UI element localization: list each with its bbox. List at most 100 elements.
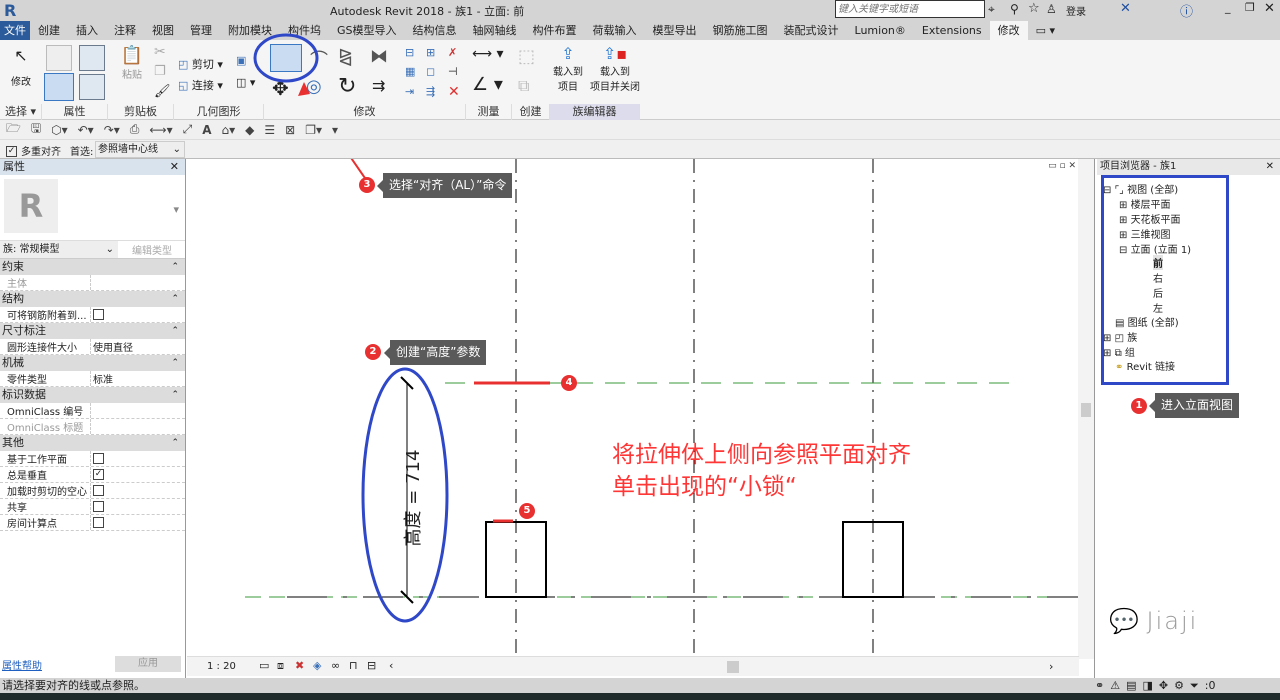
revit-logo-icon[interactable]: R bbox=[4, 1, 16, 20]
sun-path-icon[interactable]: ✖ bbox=[295, 659, 304, 672]
wall-joins-icon[interactable]: ▣ bbox=[236, 54, 246, 67]
property-group-header[interactable]: 结构 bbox=[0, 291, 185, 307]
close-icon[interactable]: ✕ bbox=[1266, 159, 1274, 175]
tree-elevation-left[interactable]: 左 bbox=[1153, 300, 1163, 315]
property-checkbox[interactable] bbox=[91, 499, 185, 514]
detail-level-icon[interactable]: ▭ bbox=[259, 659, 269, 672]
temp-hide-icon[interactable]: ⊟ bbox=[367, 659, 376, 672]
measure-icon[interactable]: ⟷▾ bbox=[149, 123, 172, 137]
tab-insert[interactable]: 插入 bbox=[68, 21, 106, 40]
print-icon[interactable]: ⎙ bbox=[130, 122, 140, 137]
trim-single-icon[interactable]: ⇥ bbox=[405, 85, 414, 98]
close-hidden-icon[interactable]: ⊠ bbox=[285, 123, 295, 137]
help-icon[interactable]: ⓘ bbox=[1180, 1, 1193, 20]
tab-annotate[interactable]: 注释 bbox=[106, 21, 144, 40]
scroll-right-icon[interactable]: › bbox=[1049, 660, 1053, 673]
tree-groups[interactable]: ⊞ ⧉ 组 bbox=[1103, 344, 1135, 359]
trim-multiple-icon[interactable]: ⇶ bbox=[426, 85, 435, 98]
rotate-icon[interactable]: ↻ bbox=[338, 74, 356, 99]
redo-icon[interactable]: ↷▾ bbox=[104, 123, 120, 137]
thin-lines-icon[interactable]: ☰ bbox=[264, 123, 275, 137]
tab-component-layout[interactable]: 构件布置 bbox=[525, 21, 585, 40]
ribbon-toggle-icon[interactable]: ▭ ▾ bbox=[1028, 21, 1063, 40]
multi-align-checkbox[interactable]: ✓ bbox=[6, 143, 17, 157]
load-into-project-close-button[interactable]: ⇪▪ 载入到 项目并关闭 bbox=[590, 44, 640, 93]
property-value[interactable] bbox=[91, 403, 185, 418]
search-input[interactable] bbox=[835, 0, 985, 18]
scale-label[interactable]: 1 : 20 bbox=[207, 661, 236, 672]
tab-lumion[interactable]: Lumion® bbox=[847, 21, 914, 40]
dimension-icon[interactable]: ⤢ bbox=[183, 122, 193, 137]
split-gap-icon[interactable]: ⊞ bbox=[426, 46, 435, 59]
unpin-icon[interactable]: ✗ bbox=[448, 46, 457, 59]
tree-elevations[interactable]: ⊟ 立面 (立面 1) bbox=[1119, 241, 1191, 256]
user-icon[interactable]: ♙ bbox=[1046, 2, 1057, 16]
customize-qat-icon[interactable]: ▾ bbox=[332, 123, 338, 137]
tab-rebar-drawing[interactable]: 钢筋施工图 bbox=[705, 21, 776, 40]
sync-icon[interactable]: ⬡▾ bbox=[51, 123, 68, 137]
tree-views-all[interactable]: ⊟ ⌜⌟ 视图 (全部) bbox=[1103, 181, 1178, 196]
create-group-icon[interactable]: ⧉ bbox=[518, 76, 529, 96]
property-group-header[interactable]: 约束 bbox=[0, 259, 185, 275]
tab-file[interactable]: 文件 bbox=[0, 21, 30, 40]
paste-button[interactable]: 📋 粘贴 bbox=[118, 45, 146, 81]
tab-grid-axis[interactable]: 轴网轴线 bbox=[465, 21, 525, 40]
tree-3d-views[interactable]: ⊞ 三维视图 bbox=[1119, 226, 1171, 241]
shadows-icon[interactable]: ◈ bbox=[313, 659, 321, 672]
property-group-header[interactable]: 标识数据 bbox=[0, 387, 185, 403]
mirror-draw-icon[interactable]: ⧓ bbox=[370, 46, 388, 67]
visual-style-icon[interactable]: ⧈ bbox=[277, 659, 284, 673]
tree-revit-links[interactable]: ⚭ Revit 链接 bbox=[1115, 358, 1175, 373]
scale-icon[interactable]: ◻ bbox=[426, 65, 435, 78]
pin-icon[interactable]: ⊣ bbox=[448, 65, 458, 78]
property-checkbox[interactable]: ✓ bbox=[91, 467, 185, 482]
type-properties-icon[interactable] bbox=[79, 74, 105, 100]
split-icon[interactable]: ⊟ bbox=[405, 46, 414, 59]
property-group-header[interactable]: 机械 bbox=[0, 355, 185, 371]
property-value[interactable]: 使用直径 bbox=[91, 339, 185, 354]
property-group-header[interactable]: 尺寸标注 bbox=[0, 323, 185, 339]
tab-load-input[interactable]: 荷载输入 bbox=[585, 21, 645, 40]
tab-extensions[interactable]: Extensions bbox=[914, 21, 990, 40]
array-icon[interactable]: ▦ bbox=[405, 65, 415, 78]
selection-filters[interactable]: ⚭⚠▤◨✥⚙⏷:0 bbox=[1095, 678, 1215, 693]
properties-help-link[interactable]: 属性帮助 bbox=[2, 657, 42, 672]
split-face-icon[interactable]: ◫ ▾ bbox=[236, 76, 255, 89]
aligned-dimension-icon[interactable]: ⟷ ▾ bbox=[472, 46, 504, 62]
modify-button[interactable]: ↖ 修改 bbox=[8, 46, 34, 88]
property-group-header[interactable]: 其他 bbox=[0, 435, 185, 451]
section-icon[interactable]: ◆ bbox=[245, 123, 254, 137]
open-icon[interactable]: 🗁 bbox=[6, 119, 21, 140]
create-similar-icon[interactable]: ⬚ bbox=[518, 46, 535, 67]
apply-button[interactable]: 应用 bbox=[115, 656, 181, 672]
family-category-icon[interactable] bbox=[79, 45, 105, 71]
copy-element-icon[interactable]: ◎ bbox=[306, 76, 322, 97]
close-button[interactable]: ✕ bbox=[1264, 1, 1275, 16]
match-type-icon[interactable]: 🖌 bbox=[154, 84, 171, 99]
close-icon[interactable]: ✕ bbox=[170, 159, 179, 175]
join-geometry-button[interactable]: ◱ 连接 ▾ bbox=[178, 77, 223, 93]
tree-elevation-front[interactable]: 前 bbox=[1153, 255, 1163, 270]
tree-elevation-back[interactable]: 后 bbox=[1153, 285, 1163, 300]
tree-ceiling-plans[interactable]: ⊞ 天花板平面 bbox=[1119, 211, 1181, 226]
tree-sheets[interactable]: ▤ 图纸 (全部) bbox=[1115, 314, 1179, 329]
angular-dimension-icon[interactable]: ∠ ▾ bbox=[472, 74, 503, 95]
edit-type-button[interactable]: 编辑类型 bbox=[118, 242, 172, 257]
mirror-axis-icon[interactable]: ⧎ bbox=[338, 46, 353, 67]
property-checkbox[interactable] bbox=[91, 451, 185, 466]
vertical-scrollbar[interactable] bbox=[1078, 159, 1094, 659]
align-button[interactable] bbox=[270, 44, 302, 72]
property-value[interactable] bbox=[91, 275, 185, 290]
property-value[interactable] bbox=[91, 419, 185, 434]
binoculars-icon[interactable]: ⌖ bbox=[988, 2, 995, 17]
delete-icon[interactable]: ✕ bbox=[448, 84, 460, 100]
type-selector[interactable]: R ▾ bbox=[0, 175, 185, 241]
tab-modify[interactable]: 修改 bbox=[989, 21, 1028, 40]
tab-structure-info[interactable]: 结构信息 bbox=[405, 21, 465, 40]
dimension-label[interactable]: 高度 = 714 bbox=[399, 448, 425, 548]
tree-floor-plans[interactable]: ⊞ 楼层平面 bbox=[1119, 196, 1171, 211]
load-into-project-button[interactable]: ⇪ 载入到 项目 bbox=[550, 44, 586, 93]
tab-prefab-design[interactable]: 装配式设计 bbox=[776, 21, 847, 40]
star-icon[interactable]: ☆ bbox=[1028, 1, 1040, 16]
panel-select[interactable]: 选择 ▾ bbox=[0, 104, 42, 120]
